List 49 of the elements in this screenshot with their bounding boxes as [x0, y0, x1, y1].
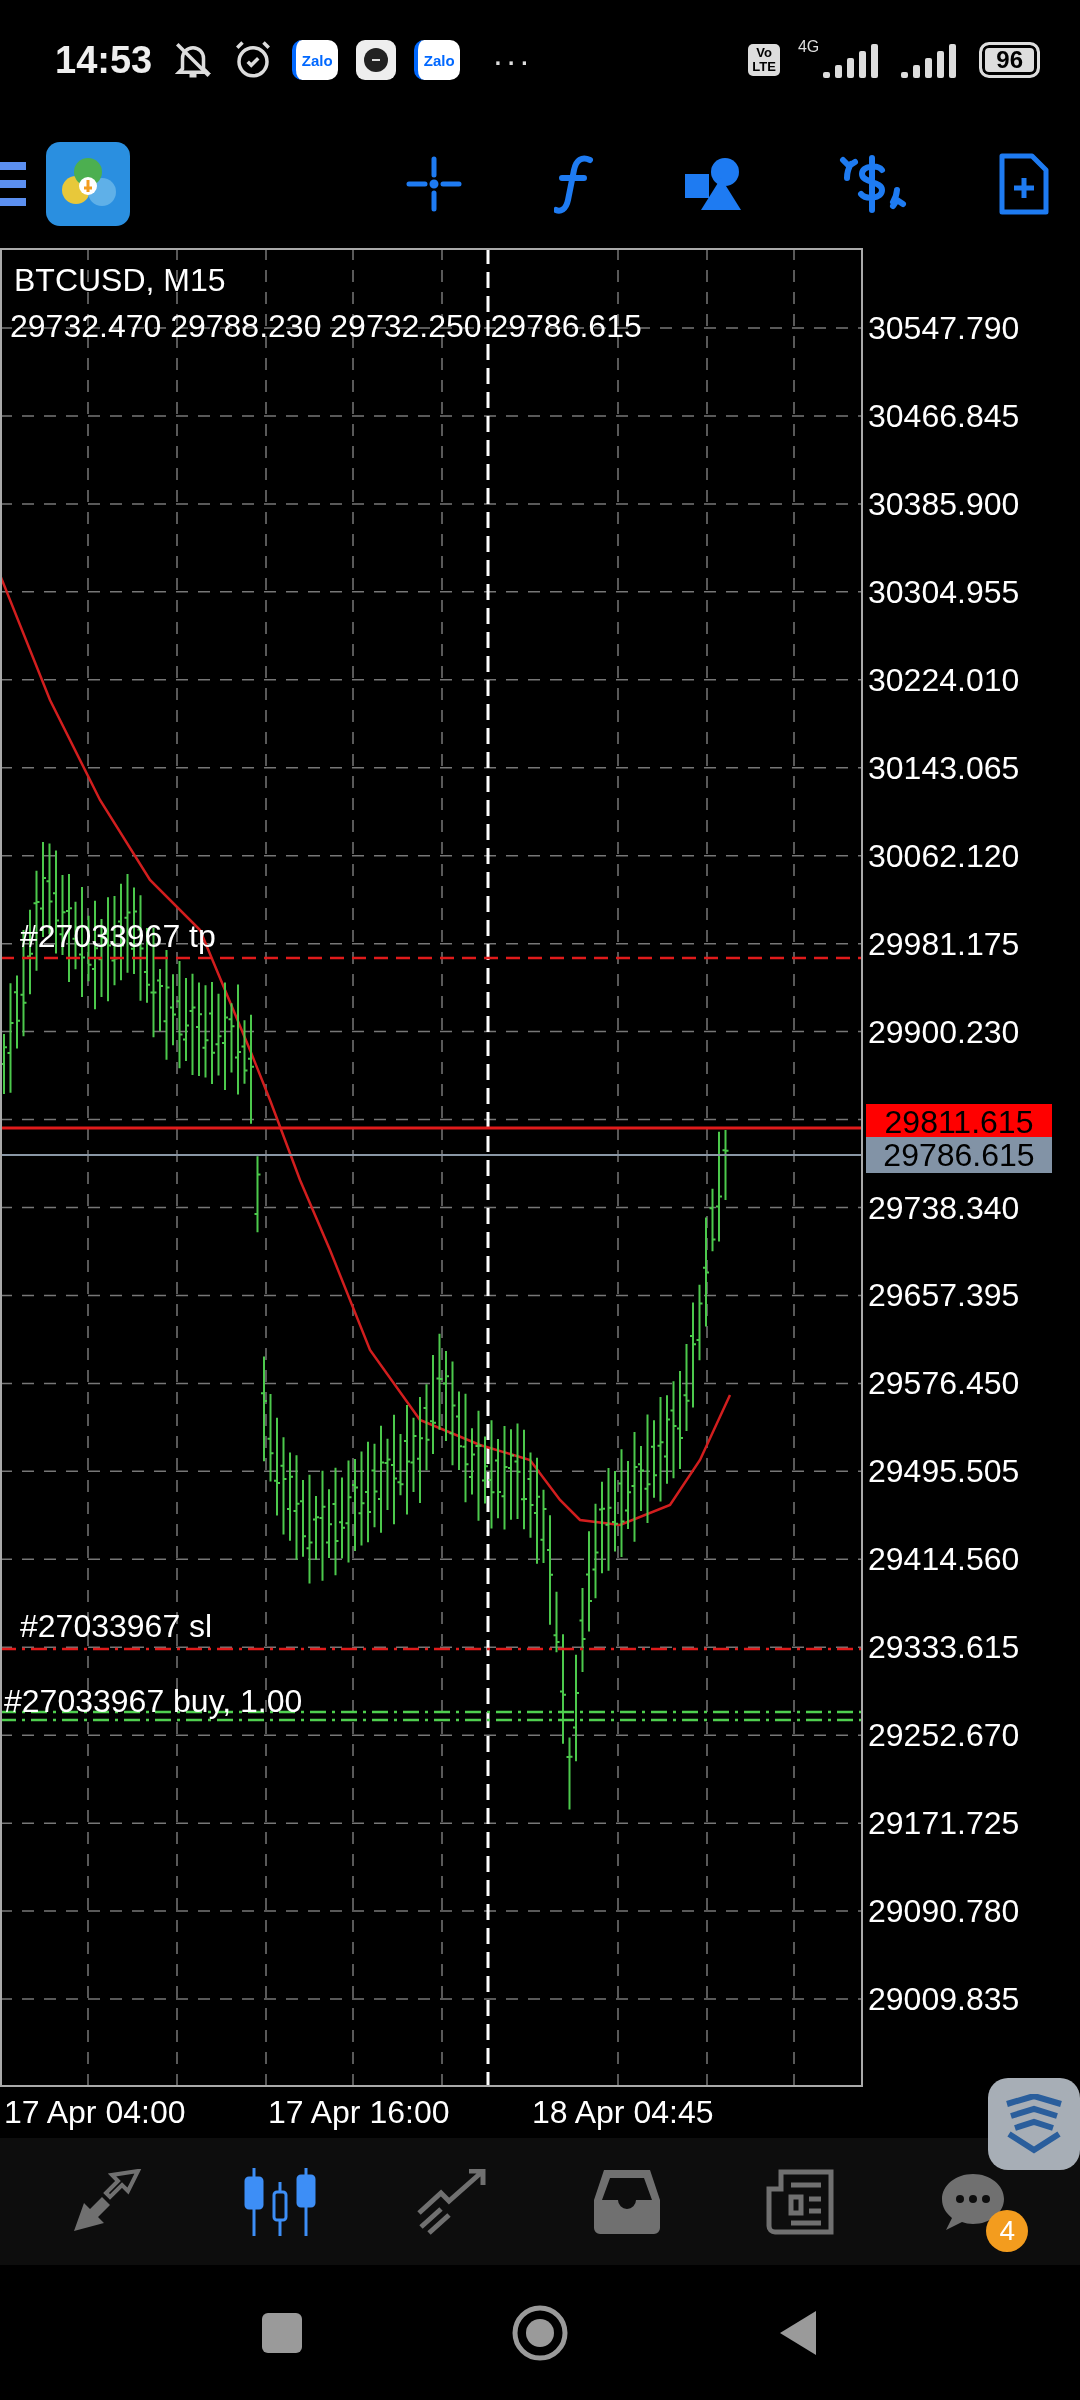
floating-bubble-icon[interactable]: [988, 2078, 1080, 2170]
chart-symbol: BTCUSD, M15: [14, 264, 226, 296]
order-label: #27033967 buy, 1.00: [4, 1685, 303, 1717]
time-axis-label: 18 Apr 04:45: [532, 2096, 714, 2128]
ohlc-values: 29732.470 29788.230 29732.250 29786.615: [10, 310, 642, 342]
battery-level: 96: [979, 42, 1040, 78]
bid-price-tag: 29786.615: [866, 1137, 1052, 1173]
price-axis-label: 29252.670: [868, 1719, 1020, 1752]
inbox-tray-icon: [593, 2169, 660, 2234]
newspaper-icon: [764, 2168, 835, 2235]
price-axis-label: 29576.450: [868, 1367, 1020, 1400]
price-axis-label: 30466.845: [868, 399, 1020, 432]
volte-indicator: Vo LTE: [748, 44, 780, 76]
time-axis-label: 17 Apr 16:00: [268, 2096, 450, 2128]
price-axis-label: 29981.175: [868, 927, 1020, 960]
price-axis-label: 29009.835: [868, 1983, 1020, 2016]
function-icon[interactable]: [553, 154, 594, 214]
ask-price-tag: 29811.615: [866, 1104, 1052, 1140]
price-axis-label: 30304.955: [868, 575, 1020, 608]
price-axis-label: 29495.505: [868, 1455, 1020, 1488]
app-icon: [356, 40, 397, 80]
price-axis-label: 30062.120: [868, 839, 1020, 872]
home-icon[interactable]: [512, 2304, 568, 2361]
zalo-app-icon: Zalo: [292, 40, 339, 80]
order-label: #27033967 sl: [20, 1610, 213, 1642]
price-axis-label: 29171.725: [868, 1807, 1020, 1840]
new-document-icon[interactable]: [998, 152, 1050, 216]
price-axis-label: 30385.900: [868, 487, 1020, 520]
recents-icon[interactable]: [262, 2312, 302, 2353]
network-type: 4G: [797, 38, 820, 56]
price-axis-label: 29657.395: [868, 1279, 1020, 1312]
price-axis-label: 29738.340: [868, 1191, 1020, 1224]
menu-icon[interactable]: [0, 160, 26, 208]
app-logo-icon: [46, 142, 130, 226]
crosshair-icon[interactable]: [406, 156, 462, 212]
price-axis-label: 29414.560: [868, 1543, 1020, 1576]
more-notifications: ···: [492, 40, 533, 80]
price-axis-label: 29900.230: [868, 1015, 1020, 1048]
price-axis-label: 29333.615: [868, 1631, 1020, 1664]
price-axis-label: 29090.780: [868, 1895, 1020, 1928]
candlesticks-icon: [244, 2167, 316, 2236]
zalo-app-icon: Zalo: [414, 40, 461, 80]
clock-time: 14:53: [55, 38, 153, 82]
back-icon[interactable]: [778, 2308, 818, 2357]
price-axis-label: 30143.065: [868, 751, 1020, 784]
notification-count: 4: [986, 2209, 1029, 2252]
time-axis-label: 17 Apr 04:00: [4, 2096, 186, 2128]
price-axis-label: 30547.790: [868, 312, 1020, 344]
price-axis-label: 30224.010: [868, 663, 1020, 696]
